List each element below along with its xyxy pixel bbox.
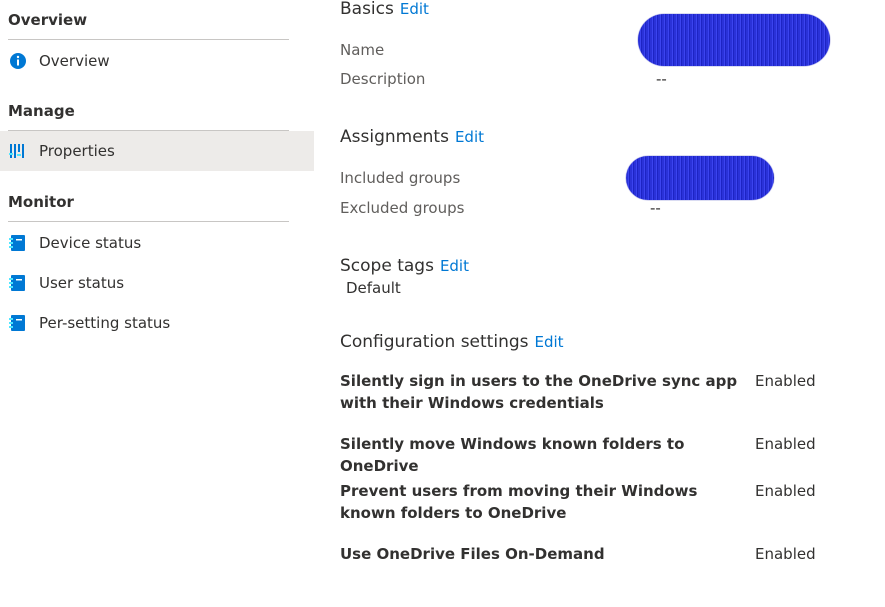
report-icon xyxy=(9,314,27,332)
section-title: Assignments xyxy=(340,127,449,147)
sidebar: Overview Overview Manage Properties Moni… xyxy=(0,0,314,607)
report-icon xyxy=(9,234,27,252)
configuration-settings-heading: Configuration settings Edit xyxy=(340,332,564,352)
sidebar-item-label: User status xyxy=(39,274,125,292)
info-icon xyxy=(9,52,27,70)
divider xyxy=(8,221,289,222)
description-value: -- xyxy=(656,70,667,88)
sidebar-item-user-status[interactable]: User status xyxy=(0,263,314,303)
sidebar-item-device-status[interactable]: Device status xyxy=(0,223,314,263)
basics-heading: Basics Edit xyxy=(340,0,429,19)
sidebar-item-overview[interactable]: Overview xyxy=(0,41,314,81)
section-title: Scope tags xyxy=(340,256,434,276)
sidebar-item-label: Device status xyxy=(39,234,142,252)
properties-panel: Basics Edit Name Description -- Assignmen… xyxy=(340,0,885,607)
setting-name: Silently move Windows known folders to O… xyxy=(340,435,685,475)
sidebar-item-per-setting-status[interactable]: Per-setting status xyxy=(0,303,314,343)
included-groups-label: Included groups xyxy=(340,169,461,187)
scope-tag-value: Default xyxy=(346,279,401,297)
basics-edit-link[interactable]: Edit xyxy=(400,0,429,18)
sidebar-item-label: Per-setting status xyxy=(39,314,171,332)
setting-value: Enabled xyxy=(755,482,816,500)
section-heading-overview: Overview xyxy=(8,11,88,29)
redacted-name-value xyxy=(638,14,830,66)
description-label: Description xyxy=(340,70,426,88)
name-label: Name xyxy=(340,41,385,59)
excluded-groups-value: -- xyxy=(650,199,661,217)
section-title: Basics xyxy=(340,0,394,19)
scope-tags-heading: Scope tags Edit xyxy=(340,256,469,276)
report-icon xyxy=(9,274,27,292)
section-heading-manage: Manage xyxy=(8,102,75,120)
setting-value: Enabled xyxy=(755,545,816,563)
section-heading-monitor: Monitor xyxy=(8,193,74,211)
redacted-included-groups-value xyxy=(626,156,774,200)
assignments-heading: Assignments Edit xyxy=(340,127,484,147)
configuration-settings-edit-link[interactable]: Edit xyxy=(535,333,564,351)
scope-tags-edit-link[interactable]: Edit xyxy=(440,257,469,275)
section-title: Configuration settings xyxy=(340,332,529,352)
setting-name: Silently sign in users to the OneDrive s… xyxy=(340,372,738,412)
setting-name: Prevent users from moving their Windows … xyxy=(340,482,698,522)
excluded-groups-label: Excluded groups xyxy=(340,199,465,217)
sidebar-item-properties[interactable]: Properties xyxy=(0,131,314,171)
divider xyxy=(8,39,289,40)
sidebar-item-label: Properties xyxy=(39,142,115,160)
sidebar-item-label: Overview xyxy=(39,52,110,70)
setting-value: Enabled xyxy=(755,372,816,390)
assignments-edit-link[interactable]: Edit xyxy=(455,128,484,146)
properties-icon xyxy=(9,142,27,160)
setting-name: Use OneDrive Files On-Demand xyxy=(340,545,605,563)
setting-value: Enabled xyxy=(755,435,816,453)
